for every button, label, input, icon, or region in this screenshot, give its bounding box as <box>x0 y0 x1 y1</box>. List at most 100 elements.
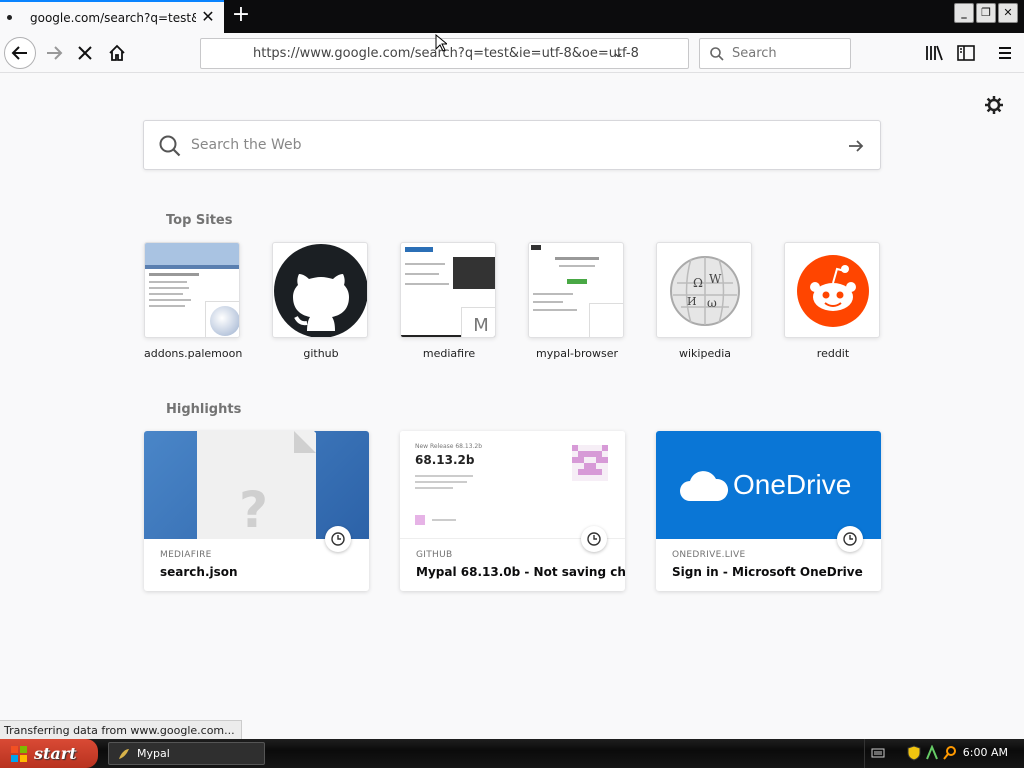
text-line <box>405 263 445 265</box>
keyboard-icon[interactable] <box>871 747 885 759</box>
svg-text:W: W <box>709 272 722 286</box>
hamburger-icon <box>999 47 1011 59</box>
highlight-source: ONEDRIVE.LIVE <box>672 550 746 560</box>
text-line <box>415 475 473 477</box>
nav-toolbar: https://www.google.com/search?q=test&ie=… <box>0 33 1024 73</box>
top-sites-title: Top Sites <box>166 213 233 228</box>
svg-text:?: ? <box>239 481 268 539</box>
text-line <box>432 519 456 521</box>
release-version: 68.13.2b <box>415 453 475 467</box>
library-button[interactable] <box>922 41 946 65</box>
top-site-wikipedia[interactable]: Ω W И ω wikipedia <box>656 242 754 360</box>
top-site-label[interactable]: mypal-browser <box>528 347 626 360</box>
search-bar[interactable]: Search <box>699 38 851 69</box>
highlight-title[interactable]: Sign in - Microsoft OneDrive <box>672 565 863 579</box>
release-label: New Release 68.13.2b <box>415 443 483 450</box>
text-line <box>149 293 183 295</box>
top-site-label[interactable]: reddit <box>784 347 882 360</box>
stop-icon <box>78 46 92 60</box>
text-line <box>405 273 439 275</box>
gear-icon <box>985 96 1003 114</box>
top-site-label[interactable]: github <box>272 347 370 360</box>
highlight-title[interactable]: search.json <box>160 565 238 579</box>
close-tab-icon[interactable]: ✕ <box>200 9 216 25</box>
network-icon[interactable] <box>925 745 939 761</box>
site-thumbnail[interactable] <box>784 242 880 338</box>
search-submit-arrow-icon[interactable] <box>847 137 865 155</box>
back-button[interactable] <box>4 37 36 69</box>
site-thumbnail[interactable]: Ω W И ω <box>656 242 752 338</box>
taskbar-clock: 6:00 AM <box>962 746 1008 759</box>
page-banner <box>145 243 239 265</box>
start-button[interactable]: start <box>0 739 98 768</box>
loading-dot-icon <box>7 15 12 20</box>
minimize-button[interactable]: _ <box>954 3 974 23</box>
text-line <box>415 481 467 483</box>
restore-button[interactable]: ❐ <box>976 3 996 23</box>
history-clock-icon <box>325 526 351 552</box>
taskbar-item-label: Mypal <box>137 747 170 760</box>
web-search-box[interactable]: Search the Web <box>143 120 881 170</box>
menu-button[interactable] <box>993 41 1017 65</box>
site-thumbnail[interactable] <box>272 242 368 338</box>
settings-button[interactable] <box>984 95 1004 115</box>
site-thumbnail[interactable] <box>528 242 624 338</box>
top-site-github[interactable]: github <box>272 242 370 360</box>
text-line <box>533 293 573 295</box>
highlight-source: MEDIAFIRE <box>160 550 212 560</box>
tab-google-search[interactable]: google.com/search?q=test&ie=utf-8&oe=utf… <box>0 0 224 33</box>
top-site-addons-palemoon[interactable]: addons.palemoon <box>144 242 242 360</box>
tab-strip: google.com/search?q=test&ie=utf-8&oe=utf… <box>0 0 1024 33</box>
close-window-button[interactable]: ✕ <box>998 3 1018 23</box>
text-line <box>415 487 453 489</box>
top-site-label[interactable]: mediafire <box>400 347 498 360</box>
page-dark-panel <box>453 257 495 289</box>
onedrive-logo-text: OneDrive <box>733 469 852 500</box>
highlight-card-mediafire[interactable]: ? MEDIAFIRE search.json <box>144 431 369 591</box>
security-shield-icon[interactable] <box>907 745 921 761</box>
system-tray: 6:00 AM <box>864 739 1024 768</box>
site-icon-box <box>589 303 623 337</box>
mouse-cursor-icon <box>435 34 447 52</box>
search-icon <box>710 47 724 61</box>
url-dropdown-icon[interactable]: ⌄ <box>612 45 624 61</box>
text-line <box>149 281 187 283</box>
new-tab-button[interactable]: + <box>230 4 252 27</box>
top-site-reddit[interactable]: reddit <box>784 242 882 360</box>
sidebar-icon <box>957 45 975 61</box>
mediafire-letter-icon: M <box>461 307 495 337</box>
home-button[interactable] <box>101 37 133 69</box>
highlight-card-github[interactable]: New Release 68.13.2b 68.13.2b GITHUB Myp… <box>400 431 625 591</box>
highlight-image: ? <box>144 431 369 539</box>
top-site-mediafire[interactable]: M mediafire <box>400 242 498 360</box>
taskbar-item-mypal[interactable]: Mypal <box>108 742 265 765</box>
onedrive-cloud-icon <box>680 471 729 501</box>
forward-button[interactable] <box>38 37 70 69</box>
window-controls: _ ❐ ✕ <box>954 3 1018 23</box>
site-thumbnail[interactable]: M <box>400 242 496 338</box>
highlight-image: OneDrive <box>656 431 881 539</box>
text-line <box>559 265 595 267</box>
home-icon <box>109 44 125 61</box>
highlight-title[interactable]: Mypal 68.13.0b - Not saving cha... <box>416 565 625 579</box>
nav-strip <box>145 265 239 269</box>
site-thumbnail[interactable] <box>144 242 240 338</box>
sidebar-button[interactable] <box>954 41 978 65</box>
reddit-alien-icon <box>797 255 869 327</box>
svg-text:ω: ω <box>707 296 717 310</box>
stop-button[interactable] <box>69 37 101 69</box>
top-site-label[interactable]: addons.palemoon <box>144 347 242 360</box>
search-placeholder: Search <box>732 46 777 61</box>
search-tray-icon[interactable] <box>943 745 957 761</box>
search-icon <box>159 135 181 157</box>
highlight-card-onedrive[interactable]: OneDrive ONEDRIVE.LIVE Sign in - Microso… <box>656 431 881 591</box>
svg-text:Ω: Ω <box>693 276 703 290</box>
mediafire-logo-icon <box>405 247 433 252</box>
taskbar: start Mypal 6:00 AM <box>0 739 1024 768</box>
mypal-app-icon <box>119 748 129 759</box>
text-line <box>149 287 189 289</box>
top-site-mypal-browser[interactable]: mypal-browser <box>528 242 626 360</box>
download-button-thumb <box>567 279 587 284</box>
top-site-label[interactable]: wikipedia <box>656 347 754 360</box>
text-line <box>533 301 563 303</box>
